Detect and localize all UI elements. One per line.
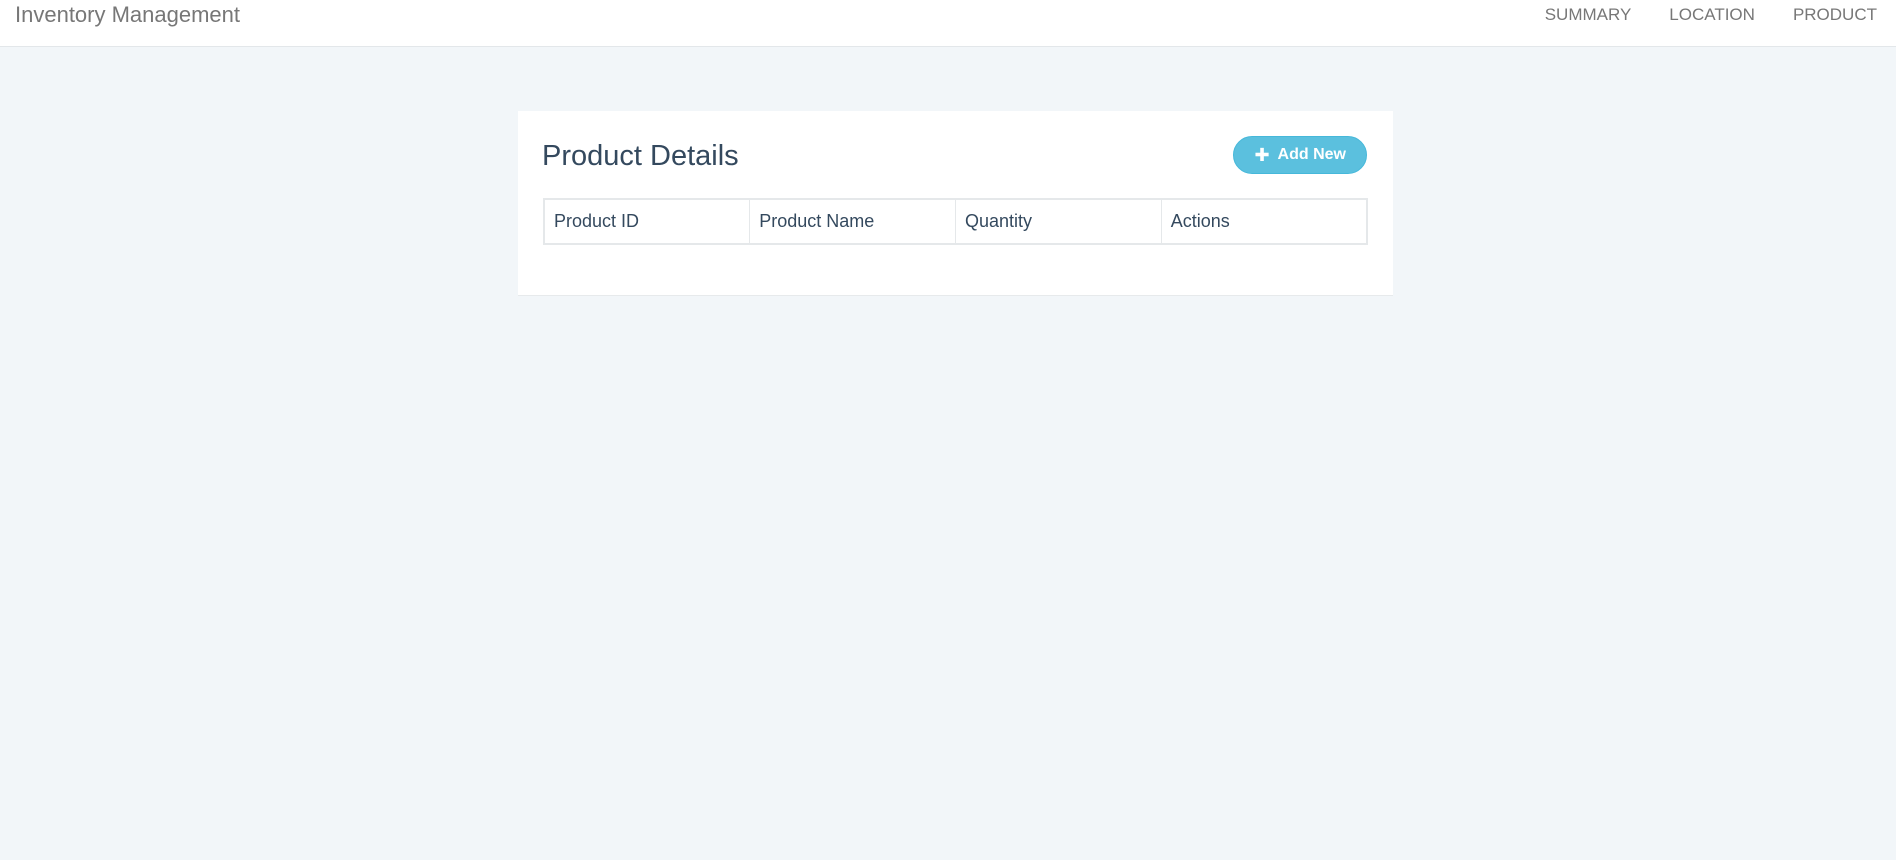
product-details-card: Product Details ✚ Add New Product ID Pro… <box>518 111 1393 296</box>
nav-link-location[interactable]: LOCATION <box>1669 5 1755 25</box>
nav-links: SUMMARY LOCATION PRODUCT <box>1545 5 1877 25</box>
nav-link-summary[interactable]: SUMMARY <box>1545 5 1632 25</box>
top-navbar: Inventory Management SUMMARY LOCATION PR… <box>0 0 1896 47</box>
plus-icon: ✚ <box>1254 145 1270 165</box>
table-header-row: Product ID Product Name Quantity Actions <box>544 199 1367 245</box>
column-header-product-name: Product Name <box>749 199 956 245</box>
products-table: Product ID Product Name Quantity Actions <box>543 198 1368 245</box>
column-header-product-id: Product ID <box>544 199 751 245</box>
column-header-actions: Actions <box>1161 199 1367 245</box>
brand-link[interactable]: Inventory Management <box>15 3 240 27</box>
nav-link-product[interactable]: PRODUCT <box>1793 5 1877 25</box>
column-header-quantity: Quantity <box>955 199 1162 245</box>
add-new-label: Add New <box>1277 146 1346 163</box>
page-title: Product Details <box>542 140 739 172</box>
add-new-button[interactable]: ✚ Add New <box>1233 136 1367 174</box>
